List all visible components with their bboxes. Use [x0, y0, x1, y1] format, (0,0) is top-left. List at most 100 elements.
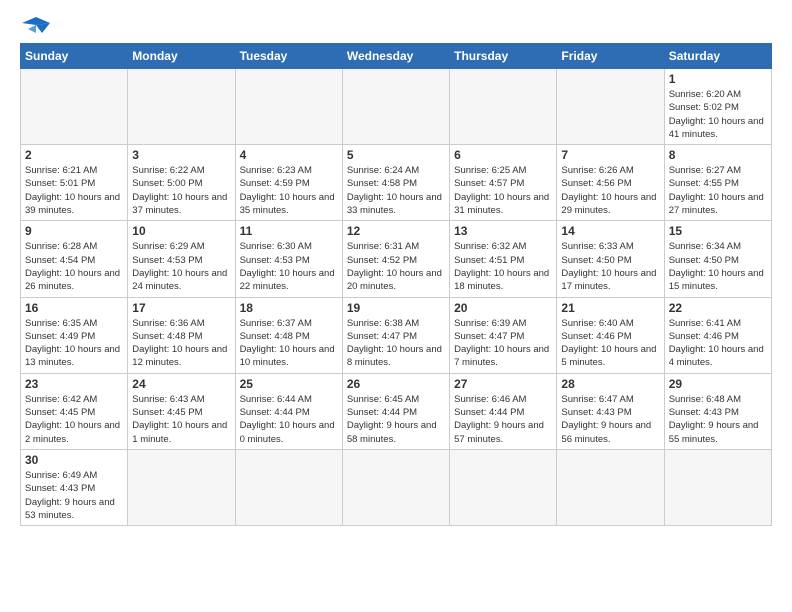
header-day-thursday: Thursday: [450, 44, 557, 69]
calendar-cell: 1Sunrise: 6:20 AMSunset: 5:02 PMDaylight…: [664, 69, 771, 145]
day-info: Sunrise: 6:40 AMSunset: 4:46 PMDaylight:…: [561, 317, 659, 370]
day-info: Sunrise: 6:36 AMSunset: 4:48 PMDaylight:…: [132, 317, 230, 370]
day-number: 11: [240, 224, 338, 238]
day-info: Sunrise: 6:29 AMSunset: 4:53 PMDaylight:…: [132, 240, 230, 293]
day-info: Sunrise: 6:26 AMSunset: 4:56 PMDaylight:…: [561, 164, 659, 217]
calendar-cell: 3 Sunrise: 6:22 AMSunset: 5:00 PMDaylight…: [128, 145, 235, 221]
day-number: 2: [25, 148, 123, 162]
day-number: 7: [561, 148, 659, 162]
day-number: 24: [132, 377, 230, 391]
calendar-cell: 12 Sunrise: 6:31 AMSunset: 4:52 PMDayligh…: [342, 221, 449, 297]
calendar-cell: 21 Sunrise: 6:40 AMSunset: 4:46 PMDayligh…: [557, 297, 664, 373]
day-info: Sunrise: 6:21 AMSunset: 5:01 PMDaylight:…: [25, 164, 123, 217]
calendar-cell: 13 Sunrise: 6:32 AMSunset: 4:51 PMDayligh…: [450, 221, 557, 297]
calendar-cell: 17 Sunrise: 6:36 AMSunset: 4:48 PMDayligh…: [128, 297, 235, 373]
day-number: 1: [669, 72, 767, 86]
day-info: Sunrise: 6:23 AMSunset: 4:59 PMDaylight:…: [240, 164, 338, 217]
day-info: Sunrise: 6:32 AMSunset: 4:51 PMDaylight:…: [454, 240, 552, 293]
week-row-3: 9 Sunrise: 6:28 AMSunset: 4:54 PMDaylight…: [21, 221, 772, 297]
day-info: Sunrise: 6:41 AMSunset: 4:46 PMDaylight:…: [669, 317, 767, 370]
calendar-cell: [450, 69, 557, 145]
day-number: 20: [454, 301, 552, 315]
calendar-header: SundayMondayTuesdayWednesdayThursdayFrid…: [21, 44, 772, 69]
calendar-cell: [450, 449, 557, 525]
day-number: 12: [347, 224, 445, 238]
day-number: 16: [25, 301, 123, 315]
header-day-sunday: Sunday: [21, 44, 128, 69]
calendar-cell: 23Sunrise: 6:42 AMSunset: 4:45 PMDayligh…: [21, 373, 128, 449]
header-day-tuesday: Tuesday: [235, 44, 342, 69]
calendar-cell: 5 Sunrise: 6:24 AMSunset: 4:58 PMDaylight…: [342, 145, 449, 221]
day-info: Sunrise: 6:34 AMSunset: 4:50 PMDaylight:…: [669, 240, 767, 293]
week-row-2: 2 Sunrise: 6:21 AMSunset: 5:01 PMDaylight…: [21, 145, 772, 221]
day-info: Sunrise: 6:38 AMSunset: 4:47 PMDaylight:…: [347, 317, 445, 370]
calendar-cell: 28 Sunrise: 6:47 AMSunset: 4:43 PMDayligh…: [557, 373, 664, 449]
day-number: 17: [132, 301, 230, 315]
calendar-cell: 11 Sunrise: 6:30 AMSunset: 4:53 PMDayligh…: [235, 221, 342, 297]
day-number: 26: [347, 377, 445, 391]
calendar-cell: 2 Sunrise: 6:21 AMSunset: 5:01 PMDaylight…: [21, 145, 128, 221]
calendar-cell: [557, 449, 664, 525]
day-number: 5: [347, 148, 445, 162]
day-info: Sunrise: 6:37 AMSunset: 4:48 PMDaylight:…: [240, 317, 338, 370]
header-day-wednesday: Wednesday: [342, 44, 449, 69]
calendar-cell: 29Sunrise: 6:48 AMSunset: 4:43 PMDayligh…: [664, 373, 771, 449]
page: SundayMondayTuesdayWednesdayThursdayFrid…: [0, 0, 792, 612]
calendar-cell: [21, 69, 128, 145]
calendar-cell: 19Sunrise: 6:38 AMSunset: 4:47 PMDayligh…: [342, 297, 449, 373]
calendar-cell: [128, 449, 235, 525]
day-info: Sunrise: 6:33 AMSunset: 4:50 PMDaylight:…: [561, 240, 659, 293]
header-day-friday: Friday: [557, 44, 664, 69]
day-info: Sunrise: 6:35 AMSunset: 4:49 PMDaylight:…: [25, 317, 123, 370]
calendar-cell: [664, 449, 771, 525]
calendar: SundayMondayTuesdayWednesdayThursdayFrid…: [20, 43, 772, 526]
day-info: Sunrise: 6:31 AMSunset: 4:52 PMDaylight:…: [347, 240, 445, 293]
calendar-cell: 27Sunrise: 6:46 AMSunset: 4:44 PMDayligh…: [450, 373, 557, 449]
calendar-cell: 8 Sunrise: 6:27 AMSunset: 4:55 PMDaylight…: [664, 145, 771, 221]
day-info: Sunrise: 6:39 AMSunset: 4:47 PMDaylight:…: [454, 317, 552, 370]
calendar-cell: 10Sunrise: 6:29 AMSunset: 4:53 PMDayligh…: [128, 221, 235, 297]
logo-bird-icon: [22, 15, 50, 35]
day-number: 13: [454, 224, 552, 238]
header-day-monday: Monday: [128, 44, 235, 69]
calendar-cell: [342, 69, 449, 145]
calendar-cell: 14 Sunrise: 6:33 AMSunset: 4:50 PMDayligh…: [557, 221, 664, 297]
calendar-cell: [235, 449, 342, 525]
day-number: 9: [25, 224, 123, 238]
calendar-cell: 22Sunrise: 6:41 AMSunset: 4:46 PMDayligh…: [664, 297, 771, 373]
day-number: 29: [669, 377, 767, 391]
calendar-cell: [342, 449, 449, 525]
day-info: Sunrise: 6:47 AMSunset: 4:43 PMDaylight:…: [561, 393, 659, 446]
day-info: Sunrise: 6:25 AMSunset: 4:57 PMDaylight:…: [454, 164, 552, 217]
calendar-cell: 30 Sunrise: 6:49 AMSunset: 4:43 PMDayligh…: [21, 449, 128, 525]
day-number: 23: [25, 377, 123, 391]
calendar-cell: 18Sunrise: 6:37 AMSunset: 4:48 PMDayligh…: [235, 297, 342, 373]
week-row-6: 30 Sunrise: 6:49 AMSunset: 4:43 PMDayligh…: [21, 449, 772, 525]
header-row: SundayMondayTuesdayWednesdayThursdayFrid…: [21, 44, 772, 69]
day-number: 3: [132, 148, 230, 162]
week-row-4: 16 Sunrise: 6:35 AMSunset: 4:49 PMDayligh…: [21, 297, 772, 373]
calendar-cell: 16 Sunrise: 6:35 AMSunset: 4:49 PMDayligh…: [21, 297, 128, 373]
calendar-cell: 26 Sunrise: 6:45 AMSunset: 4:44 PMDayligh…: [342, 373, 449, 449]
calendar-cell: [235, 69, 342, 145]
day-number: 28: [561, 377, 659, 391]
day-number: 6: [454, 148, 552, 162]
day-number: 30: [25, 453, 123, 467]
header-day-saturday: Saturday: [664, 44, 771, 69]
calendar-cell: [557, 69, 664, 145]
day-info: Sunrise: 6:28 AMSunset: 4:54 PMDaylight:…: [25, 240, 123, 293]
day-info: Sunrise: 6:30 AMSunset: 4:53 PMDaylight:…: [240, 240, 338, 293]
day-number: 8: [669, 148, 767, 162]
day-number: 21: [561, 301, 659, 315]
day-info: Sunrise: 6:27 AMSunset: 4:55 PMDaylight:…: [669, 164, 767, 217]
day-number: 14: [561, 224, 659, 238]
day-info: Sunrise: 6:49 AMSunset: 4:43 PMDaylight:…: [25, 469, 123, 522]
day-info: Sunrise: 6:46 AMSunset: 4:44 PMDaylight:…: [454, 393, 552, 446]
day-info: Sunrise: 6:22 AMSunset: 5:00 PMDaylight:…: [132, 164, 230, 217]
day-info: Sunrise: 6:24 AMSunset: 4:58 PMDaylight:…: [347, 164, 445, 217]
week-row-1: 1Sunrise: 6:20 AMSunset: 5:02 PMDaylight…: [21, 69, 772, 145]
calendar-cell: 15Sunrise: 6:34 AMSunset: 4:50 PMDayligh…: [664, 221, 771, 297]
week-row-5: 23Sunrise: 6:42 AMSunset: 4:45 PMDayligh…: [21, 373, 772, 449]
calendar-cell: 24Sunrise: 6:43 AMSunset: 4:45 PMDayligh…: [128, 373, 235, 449]
day-info: Sunrise: 6:45 AMSunset: 4:44 PMDaylight:…: [347, 393, 445, 446]
